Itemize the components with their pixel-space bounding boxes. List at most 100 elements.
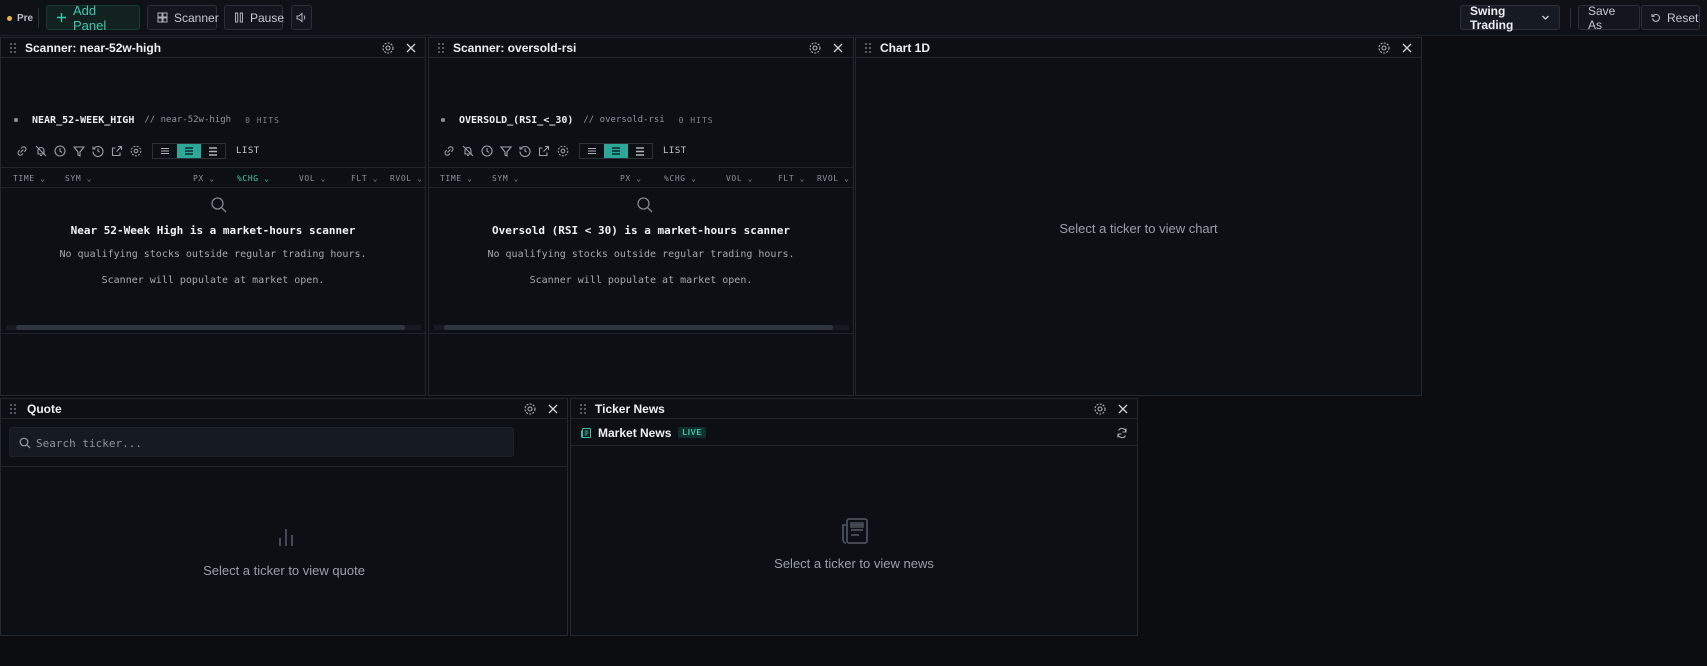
column-px[interactable]: PX ⌄ <box>193 174 215 183</box>
scanner-button[interactable]: Scanner <box>147 5 219 30</box>
column-flt[interactable]: FLT ⌄ <box>778 174 805 183</box>
pause-label: Pause <box>250 10 285 25</box>
scanner-info-row: NEAR_52-WEEK_HIGH // near-52w-high 0 HIT… <box>14 113 280 127</box>
history-icon[interactable] <box>518 144 532 158</box>
gear-icon[interactable] <box>381 41 395 55</box>
table-header: TIME ⌄ SYM ⌄ PX ⌄ %CHG ⌄ VOL ⌄ FLT ⌄ RVO… <box>429 167 853 188</box>
gear-icon[interactable] <box>808 41 822 55</box>
drag-handle-icon[interactable] <box>437 42 445 54</box>
reset-icon <box>1651 13 1660 22</box>
market-status: Pre <box>7 11 33 25</box>
external-link-icon[interactable] <box>110 144 124 158</box>
close-icon[interactable] <box>404 41 418 55</box>
list-compact-icon <box>588 148 596 154</box>
horizontal-scrollbar[interactable] <box>6 325 421 330</box>
market-status-label: Pre <box>17 12 34 24</box>
close-icon[interactable] <box>546 402 560 416</box>
gear-icon[interactable] <box>1093 402 1107 416</box>
column-time[interactable]: TIME ⌄ <box>13 174 46 183</box>
column-sym[interactable]: SYM ⌄ <box>492 174 519 183</box>
divider <box>1570 8 1571 28</box>
density-toggle <box>579 143 653 159</box>
close-icon[interactable] <box>1400 41 1414 55</box>
column-pct-change[interactable]: %CHG ⌄ <box>237 174 270 183</box>
plus-icon <box>57 13 66 22</box>
comfortable-view-button[interactable] <box>628 144 652 158</box>
compact-view-button[interactable] <box>153 144 177 158</box>
view-mode-label: LIST <box>663 146 687 156</box>
column-rvol[interactable]: RVOL ⌄ <box>817 174 850 183</box>
column-time[interactable]: TIME ⌄ <box>440 174 473 183</box>
column-px[interactable]: PX ⌄ <box>620 174 642 183</box>
scanner-label: Scanner <box>174 10 219 25</box>
column-flt[interactable]: FLT ⌄ <box>351 174 378 183</box>
clock-icon[interactable] <box>53 144 67 158</box>
column-vol[interactable]: VOL ⌄ <box>299 174 326 183</box>
chart-panel: Chart 1D Select a ticker to view chart <box>855 37 1422 396</box>
panel-header: Ticker News <box>571 399 1137 419</box>
normal-view-button[interactable] <box>177 144 201 158</box>
list-compact-icon <box>161 148 169 154</box>
filter-icon[interactable] <box>499 144 513 158</box>
panel-header: Scanner: near-52w-high <box>1 38 425 58</box>
close-icon[interactable] <box>1116 402 1130 416</box>
scanner-info-row: OVERSOLD_(RSI_<_30) // oversold-rsi 0 HI… <box>441 113 714 127</box>
link-icon[interactable] <box>442 144 456 158</box>
compact-view-button[interactable] <box>580 144 604 158</box>
density-toggle <box>152 143 226 159</box>
drag-handle-icon[interactable] <box>9 42 17 54</box>
column-vol[interactable]: VOL ⌄ <box>726 174 753 183</box>
normal-view-button[interactable] <box>604 144 628 158</box>
panel-header: Chart 1D <box>856 38 1421 58</box>
column-rvol[interactable]: RVOL ⌄ <box>390 174 423 183</box>
divider <box>429 333 853 334</box>
bar-chart-icon <box>279 529 293 546</box>
scanner-slug: // oversold-rsi <box>583 115 665 125</box>
bell-off-icon[interactable] <box>461 144 475 158</box>
pause-icon <box>235 12 244 23</box>
column-pct-change[interactable]: %CHG ⌄ <box>664 174 697 183</box>
scanner-id: OVERSOLD_(RSI_<_30) <box>459 114 574 126</box>
reset-button[interactable]: Reset <box>1641 5 1700 30</box>
panel-header: Quote <box>1 399 567 419</box>
external-link-icon[interactable] <box>537 144 551 158</box>
save-as-button[interactable]: Save As <box>1578 4 1640 32</box>
panel-title: Scanner: near-52w-high <box>25 41 162 55</box>
bell-off-icon[interactable] <box>34 144 48 158</box>
drag-handle-icon[interactable] <box>9 403 17 415</box>
gear-icon[interactable] <box>523 402 537 416</box>
top-toolbar: Pre Add Panel Scanner Pause Swing Tradin… <box>0 0 1707 36</box>
live-badge: LIVE <box>678 427 707 438</box>
ticker-search-field[interactable] <box>9 427 514 457</box>
layout-select[interactable]: Swing Trading <box>1460 4 1560 32</box>
list-normal-icon <box>612 147 620 155</box>
horizontal-scrollbar[interactable] <box>434 325 849 330</box>
news-empty-message: Select a ticker to view news <box>774 556 934 571</box>
scrollbar-thumb[interactable] <box>16 325 405 330</box>
search-icon <box>19 437 31 449</box>
settings-icon[interactable] <box>129 144 143 158</box>
clock-icon[interactable] <box>480 144 494 158</box>
history-icon[interactable] <box>91 144 105 158</box>
panel-title: Chart 1D <box>880 41 931 55</box>
add-panel-button[interactable]: Add Panel <box>46 2 140 33</box>
drag-handle-icon[interactable] <box>579 403 587 415</box>
ticker-search-input[interactable] <box>36 434 496 452</box>
refresh-icon[interactable] <box>1116 427 1128 439</box>
column-sym[interactable]: SYM ⌄ <box>65 174 92 183</box>
filter-icon[interactable] <box>72 144 86 158</box>
sound-toggle-button[interactable] <box>291 5 312 30</box>
link-icon[interactable] <box>15 144 29 158</box>
settings-icon[interactable] <box>556 144 570 158</box>
add-panel-label: Add Panel <box>73 2 107 33</box>
divider <box>1 333 425 334</box>
pause-button[interactable]: Pause <box>224 5 285 30</box>
drag-handle-icon[interactable] <box>864 42 872 54</box>
scrollbar-thumb[interactable] <box>444 325 833 330</box>
scanner-toolbar: LIST <box>15 142 260 160</box>
empty-state-title: Near 52-Week High is a market-hours scan… <box>70 224 356 237</box>
comfortable-view-button[interactable] <box>201 144 225 158</box>
gear-icon[interactable] <box>1377 41 1391 55</box>
newspaper-icon <box>581 427 591 438</box>
close-icon[interactable] <box>831 41 845 55</box>
